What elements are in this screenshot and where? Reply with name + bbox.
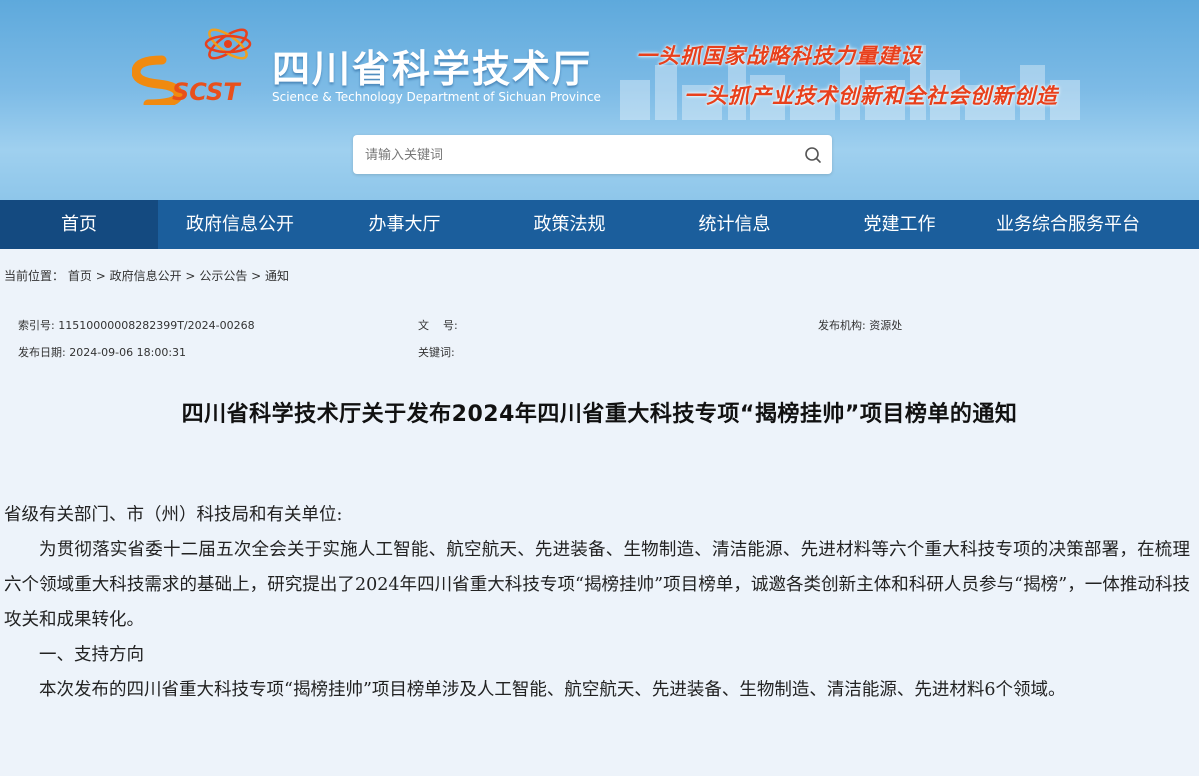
breadcrumb-prefix: 当前位置： (4, 269, 65, 283)
article-title: 四川省科学技术厅关于发布2024年四川省重大科技专项“揭榜挂帅”项目榜单的通知 (181, 402, 1018, 427)
meta-docno-label: 文 号: (418, 319, 458, 332)
site-title: 四川省科学技术厅 (272, 47, 593, 91)
meta-docno: 文 号: (418, 317, 458, 333)
main-nav: 首页 政府信息公开 办事大厅 政策法规 统计信息 党建工作 业务综合服务平台 (0, 200, 1199, 249)
slogan-line-2: 一头抓产业技术创新和全社会创新创造 (684, 84, 1058, 108)
search-input[interactable] (363, 143, 787, 167)
meta-org: 发布机构: 资源处 (818, 317, 902, 333)
meta-org-label: 发布机构: (818, 319, 866, 332)
meta-index-value: 11510000008282399T/2024-00268 (58, 319, 255, 332)
breadcrumb: 当前位置： 首页 > 政府信息公开 > 公示公告 > 通知 (4, 267, 289, 284)
meta-date-value: 2024-09-06 18:00:31 (69, 346, 187, 359)
breadcrumb-separator: > (185, 269, 196, 283)
breadcrumb-gov-info[interactable]: 政府信息公开 (110, 269, 182, 283)
nav-item-service-hall[interactable]: 办事大厅 (322, 200, 487, 249)
meta-index-label: 索引号: (18, 319, 55, 332)
atom-logo-icon: SCST (132, 28, 252, 105)
nav-item-policy[interactable]: 政策法规 (487, 200, 652, 249)
site-subtitle-en: Science & Technology Department of Sichu… (272, 90, 601, 104)
search-icon[interactable] (802, 144, 824, 166)
breadcrumb-notification[interactable]: 通知 (265, 269, 289, 283)
breadcrumb-home[interactable]: 首页 (68, 269, 92, 283)
nav-item-gov-info[interactable]: 政府信息公开 (158, 200, 322, 249)
nav-item-service-platform[interactable]: 业务综合服务平台 (982, 200, 1154, 249)
meta-date: 发布日期: 2024-09-06 18:00:31 (18, 344, 186, 360)
article-salutation: 省级有关部门、市（州）科技局和有关单位: (4, 505, 343, 525)
breadcrumb-separator: > (251, 269, 262, 283)
logo-text: SCST (172, 78, 241, 105)
site-logo[interactable]: SCST 四川省科学技术厅 Science & Technology Depar… (132, 20, 612, 110)
nav-item-party[interactable]: 党建工作 (817, 200, 982, 249)
nav-item-home[interactable]: 首页 (0, 200, 158, 249)
article-paragraph: 本次发布的四川省重大科技专项“揭榜挂帅”项目榜单涉及人工智能、航空航天、先进装备… (39, 680, 1066, 700)
breadcrumb-notices[interactable]: 公示公告 (199, 269, 247, 283)
article-body: 省级有关部门、市（州）科技局和有关单位: 为贯彻落实省委十二届五次全会关于实施人… (4, 498, 1190, 708)
article-paragraph: 为贯彻落实省委十二届五次全会关于实施人工智能、航空航天、先进装备、生物制造、清洁… (4, 540, 1190, 630)
breadcrumb-separator: > (95, 269, 106, 283)
search-box (353, 135, 832, 174)
site-header: SCST 四川省科学技术厅 Science & Technology Depar… (0, 0, 1199, 200)
meta-date-label: 发布日期: (18, 346, 66, 359)
meta-keywords-label: 关键词: (418, 346, 455, 359)
nav-item-statistics[interactable]: 统计信息 (652, 200, 817, 249)
meta-keywords: 关键词: (418, 344, 455, 360)
slogan-line-1: 一头抓国家战略科技力量建设 (636, 44, 922, 68)
article-section-heading: 一、支持方向 (39, 645, 144, 665)
meta-index: 索引号: 11510000008282399T/2024-00268 (18, 317, 255, 333)
meta-org-value: 资源处 (869, 319, 903, 332)
